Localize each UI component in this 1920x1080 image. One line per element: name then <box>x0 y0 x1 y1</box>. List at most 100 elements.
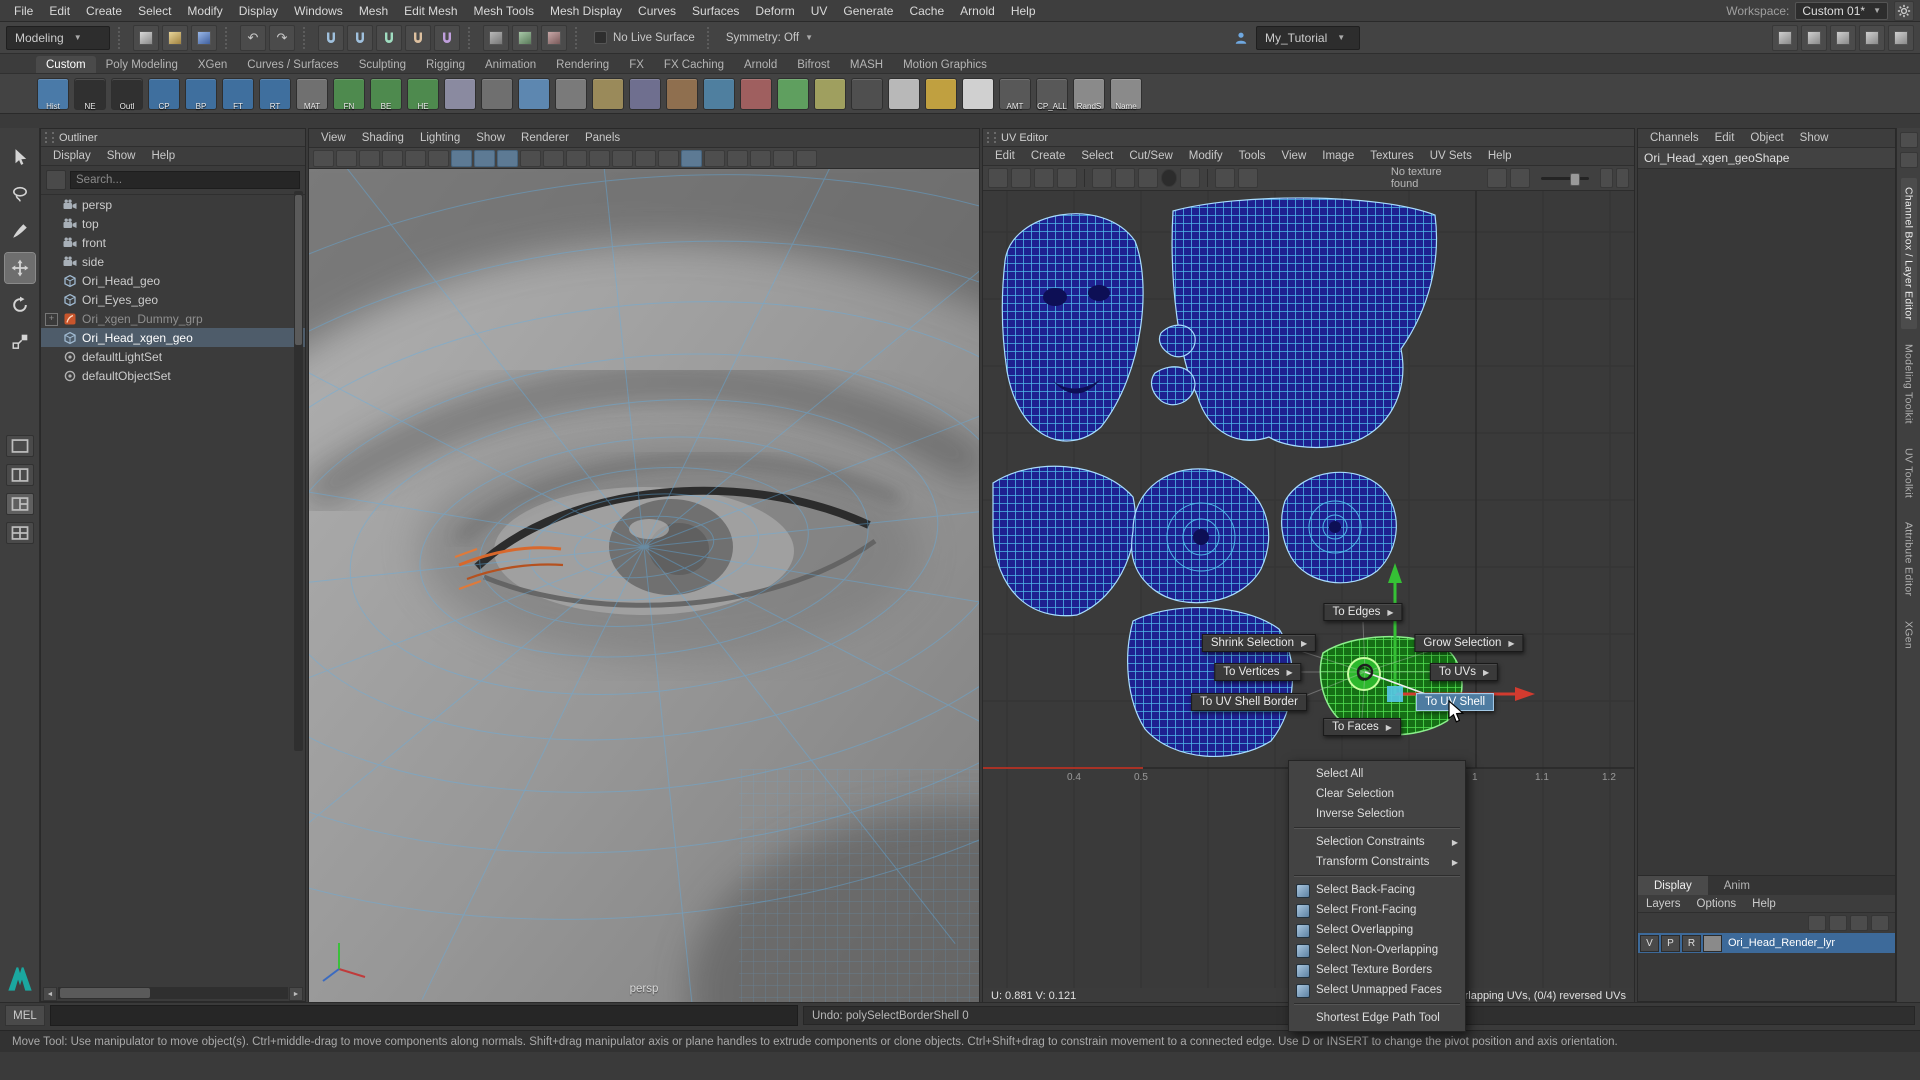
marking-menu-shrink-selection[interactable]: Shrink Selection▶ <box>1202 634 1316 652</box>
marking-menu-to-uv-shell-border[interactable]: To UV Shell Border <box>1191 693 1307 711</box>
scroll-left-icon[interactable]: ◄ <box>43 987 57 1001</box>
uv-snapshot-camera-icon[interactable] <box>1180 168 1200 188</box>
shelf-button[interactable]: AMT <box>998 77 1032 111</box>
uv-flip-v-icon[interactable] <box>1115 168 1135 188</box>
menu-item-shortest-edge-path-tool[interactable]: Shortest Edge Path Tool <box>1289 1008 1465 1028</box>
viewport-toolbar-icon[interactable] <box>635 150 656 167</box>
menu-help[interactable]: Help <box>1003 0 1044 22</box>
rotate-tool-icon[interactable] <box>5 290 35 320</box>
marking-menu-to-uvs[interactable]: To UVs▶ <box>1430 663 1498 681</box>
shelf-button[interactable] <box>702 77 736 111</box>
redo-button[interactable]: ↷ <box>269 25 295 51</box>
outliner-menu-show[interactable]: Show <box>99 150 144 162</box>
outliner-vertical-scrollbar[interactable] <box>294 191 303 751</box>
selection-mask-object-button[interactable] <box>512 25 538 51</box>
sidebar-tab-channel-box[interactable]: Channel Box / Layer Editor <box>1901 178 1917 329</box>
shelf-button[interactable]: Outl <box>110 77 144 111</box>
uv-distortion-icon[interactable] <box>1510 168 1530 188</box>
create-empty-layer-icon[interactable] <box>1850 915 1868 931</box>
shelf-tab-sculpting[interactable]: Sculpting <box>349 56 416 73</box>
marking-menu-to-vertices[interactable]: To Vertices▶ <box>1214 663 1301 681</box>
shelf-button[interactable]: CP <box>147 77 181 111</box>
lasso-tool-icon[interactable] <box>5 179 35 209</box>
outliner-item-top[interactable]: top <box>41 214 305 233</box>
scale-tool-icon[interactable] <box>5 327 35 357</box>
outliner-item-front[interactable]: front <box>41 233 305 252</box>
menu-item-selection-constraints[interactable]: Selection Constraints▶ <box>1289 832 1465 852</box>
shelf-button[interactable] <box>443 77 477 111</box>
menu-item-select-front-facing[interactable]: Select Front-Facing <box>1289 900 1465 920</box>
uv-flip-u-icon[interactable] <box>1092 168 1112 188</box>
menu-curves[interactable]: Curves <box>630 0 684 22</box>
uv-menu-image[interactable]: Image <box>1314 150 1362 162</box>
open-scene-button[interactable] <box>162 25 188 51</box>
snap-projected-center-button[interactable] <box>405 25 431 51</box>
sidebar-tab-xgen[interactable]: XGen <box>1901 612 1917 658</box>
layer-color-swatch[interactable] <box>1703 935 1722 952</box>
uv-menu-tools[interactable]: Tools <box>1231 150 1274 162</box>
viewport-canvas[interactable]: persp <box>309 169 979 1003</box>
uv-toolbar-overflow-icon[interactable] <box>1600 168 1613 188</box>
snap-point-button[interactable] <box>376 25 402 51</box>
menu-cache[interactable]: Cache <box>901 0 952 22</box>
shelf-button[interactable] <box>850 77 884 111</box>
viewport-toolbar-icon[interactable] <box>313 150 334 167</box>
workspace-dropdown[interactable]: Custom 01* ▼ <box>1795 2 1888 20</box>
shelf-tab-fx[interactable]: FX <box>619 56 654 73</box>
shelf-button[interactable] <box>665 77 699 111</box>
viewport-toolbar-icon[interactable] <box>612 150 633 167</box>
outliner-search-input[interactable] <box>70 171 300 189</box>
channel-box-menu-show[interactable]: Show <box>1792 132 1837 144</box>
move-layer-up-icon[interactable] <box>1808 915 1826 931</box>
toggle-channel-box-button[interactable] <box>1772 25 1798 51</box>
create-layer-from-selected-icon[interactable] <box>1871 915 1889 931</box>
viewport-toolbar-icon[interactable] <box>451 150 472 167</box>
outliner-horizontal-scrollbar[interactable]: ◄ ► <box>43 987 303 999</box>
live-surface-indicator[interactable]: No Live Surface <box>590 31 699 44</box>
shelf-button[interactable]: Hist <box>36 77 70 111</box>
viewport-toolbar-icon[interactable] <box>474 150 495 167</box>
menu-item-select-back-facing[interactable]: Select Back-Facing <box>1289 880 1465 900</box>
viewport-menu-view[interactable]: View <box>313 132 354 144</box>
shelf-button[interactable]: BP <box>184 77 218 111</box>
menu-item-inverse-selection[interactable]: Inverse Selection <box>1289 804 1465 824</box>
menu-item-select-unmapped-faces[interactable]: Select Unmapped Faces <box>1289 980 1465 1000</box>
undo-button[interactable]: ↶ <box>240 25 266 51</box>
shelf-button[interactable]: CP_ALL <box>1035 77 1069 111</box>
shelf-button[interactable] <box>517 77 551 111</box>
sidebar-tab-modeling-toolkit[interactable]: Modeling Toolkit <box>1901 335 1917 433</box>
menu-create[interactable]: Create <box>78 0 130 22</box>
menu-item-select-overlapping[interactable]: Select Overlapping <box>1289 920 1465 940</box>
menu-item-clear-selection[interactable]: Clear Selection <box>1289 784 1465 804</box>
uv-menu-textures[interactable]: Textures <box>1362 150 1421 162</box>
menu-mesh-display[interactable]: Mesh Display <box>542 0 630 22</box>
viewport-toolbar-icon[interactable] <box>750 150 771 167</box>
shelf-tab-fx-caching[interactable]: FX Caching <box>654 56 734 73</box>
shelf-tab-curves-surfaces[interactable]: Curves / Surfaces <box>237 56 348 73</box>
uv-checker-icon[interactable] <box>1238 168 1258 188</box>
layer-visibility-toggle[interactable]: V <box>1640 935 1659 952</box>
menu-deform[interactable]: Deform <box>747 0 802 22</box>
shelf-button[interactable]: FT <box>221 77 255 111</box>
uv-rotate-icon[interactable] <box>1034 168 1054 188</box>
viewport-toolbar-icon[interactable] <box>428 150 449 167</box>
move-layer-down-icon[interactable] <box>1829 915 1847 931</box>
shelf-tab-motion-graphics[interactable]: Motion Graphics <box>893 56 997 73</box>
layout-single-pane-button[interactable] <box>6 435 34 457</box>
layout-two-pane-button[interactable] <box>6 464 34 486</box>
display-layer-row[interactable]: V P R Ori_Head_Render_lyr <box>1638 933 1895 953</box>
uv-menu-uv-sets[interactable]: UV Sets <box>1422 150 1480 162</box>
uv-toolbar-more-icon[interactable] <box>1616 168 1629 188</box>
channel-box-menu-object[interactable]: Object <box>1742 132 1791 144</box>
uv-menu-modify[interactable]: Modify <box>1181 150 1231 162</box>
shelf-tab-poly-modeling[interactable]: Poly Modeling <box>96 56 188 73</box>
uv-isolate-icon[interactable] <box>1487 168 1507 188</box>
uv-display-image-icon[interactable] <box>1215 168 1235 188</box>
outliner-item-ori-head-geo[interactable]: Ori_Head_geo <box>41 271 305 290</box>
uv-menu-create[interactable]: Create <box>1023 150 1074 162</box>
move-tool-icon[interactable] <box>5 253 35 283</box>
menu-item-select-all[interactable]: Select All <box>1289 764 1465 784</box>
project-dropdown[interactable]: My_Tutorial ▼ <box>1256 26 1360 50</box>
outliner-item-persp[interactable]: persp <box>41 195 305 214</box>
viewport-toolbar-icon[interactable] <box>497 150 518 167</box>
